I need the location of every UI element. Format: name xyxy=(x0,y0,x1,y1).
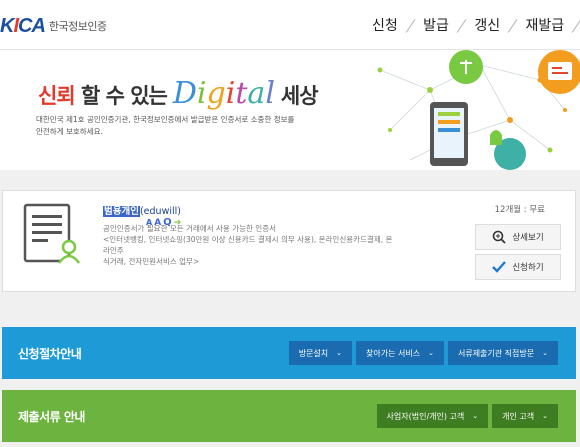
apply-button[interactable]: 신청하기 xyxy=(475,254,561,280)
banner-title: 신뢰 할 수 있는 Digital 세상 xyxy=(38,76,319,111)
kica-logo[interactable]: KICA 한국정보인증 xyxy=(0,14,107,38)
detail-view-label: 상세보기 xyxy=(512,233,544,243)
chevron-down-icon: ⌄ xyxy=(428,349,434,357)
chevron-down-icon: ⌄ xyxy=(542,349,548,357)
personal-customer-button[interactable]: 개인 고객 ⌄ xyxy=(492,404,558,428)
product-name-highlight: 범용개인 xyxy=(103,206,140,217)
chevron-down-icon: ⌄ xyxy=(542,412,548,420)
process-buttons: 방문설치 ⌄ 찾아가는 서비스 ⌄ 서류제출기관 직접방문 ⌄ xyxy=(288,341,558,365)
direct-visit-button[interactable]: 서류제출기관 직접방문 ⌄ xyxy=(447,341,558,365)
apply-label: 신청하기 xyxy=(512,263,544,273)
banner-title-mid: 할 수 있는 xyxy=(80,84,168,108)
documents-title: 제출서류 안내 xyxy=(18,409,85,424)
application-process-bar: 신청절차안내 방문설치 ⌄ 찾아가는 서비스 ⌄ 서류제출기관 직접방문 ⌄ xyxy=(2,327,576,379)
site-header: KICA 한국정보인증 신청 / 발급 / 갱신 / 재발급 / 수 xyxy=(0,0,580,50)
price-label: 12개월 : 무료 xyxy=(494,205,545,215)
documents-buttons: 사업자(법인/개인) 고객 ⌄ 개인 고객 ⌄ xyxy=(376,404,558,428)
banner-title-digital: Digital xyxy=(172,76,275,111)
kica-logo-mark: KICA xyxy=(0,14,46,37)
nav-item-issue[interactable]: 발급 xyxy=(413,15,459,35)
product-name[interactable]: 범용개인(eduwill) xyxy=(103,203,181,217)
visiting-service-button[interactable]: 찾아가는 서비스 ⌄ xyxy=(356,341,444,365)
chevron-down-icon: ⌄ xyxy=(336,349,343,357)
magnifier-icon xyxy=(493,230,506,244)
business-customer-button[interactable]: 사업자(법인/개인) 고객 ⌄ xyxy=(376,404,489,428)
certificate-product-card: 범용개인(eduwill) A A Q ➔ 공인인증서가 필요한 모든 거래에서… xyxy=(2,190,576,292)
certificate-document-icon xyxy=(23,203,81,264)
network-illustration xyxy=(377,50,580,170)
process-title: 신청절차안내 xyxy=(18,346,82,361)
hero-banner: 신뢰 할 수 있는 Digital 세상 대한민국 제1호 공인인증기관, 한국… xyxy=(0,50,580,170)
nav-item-renew[interactable]: 갱신 xyxy=(464,15,510,35)
nav-item-reissue[interactable]: 재발급 xyxy=(515,15,574,35)
product-name-suffix: (eduwill) xyxy=(139,206,181,217)
product-description: 공인인증서가 필요한 모든 거래에서 사용 가능한 인증서 <인터넷뱅킹, 인터… xyxy=(103,224,393,266)
banner-title-end: 세상 xyxy=(280,84,319,108)
detail-view-button[interactable]: 상세보기 xyxy=(475,224,561,250)
banner-description: 대한민국 제1호 공인인증기관, 한국정보인증에서 발급받은 인증서로 소중한 … xyxy=(36,115,295,136)
chevron-down-icon: ⌄ xyxy=(472,412,479,420)
banner-title-highlight: 신뢰 xyxy=(38,84,76,108)
visit-install-button[interactable]: 방문설치 ⌄ xyxy=(288,341,353,365)
documents-guide-bar: 제출서류 안내 사업자(법인/개인) 고객 ⌄ 개인 고객 ⌄ xyxy=(2,390,576,442)
main-nav: 신청 / 발급 / 갱신 / 재발급 / 수 xyxy=(362,0,580,50)
check-icon xyxy=(492,261,507,273)
nav-item-apply[interactable]: 신청 xyxy=(362,15,408,35)
logo-text: 한국정보인증 xyxy=(48,20,107,33)
